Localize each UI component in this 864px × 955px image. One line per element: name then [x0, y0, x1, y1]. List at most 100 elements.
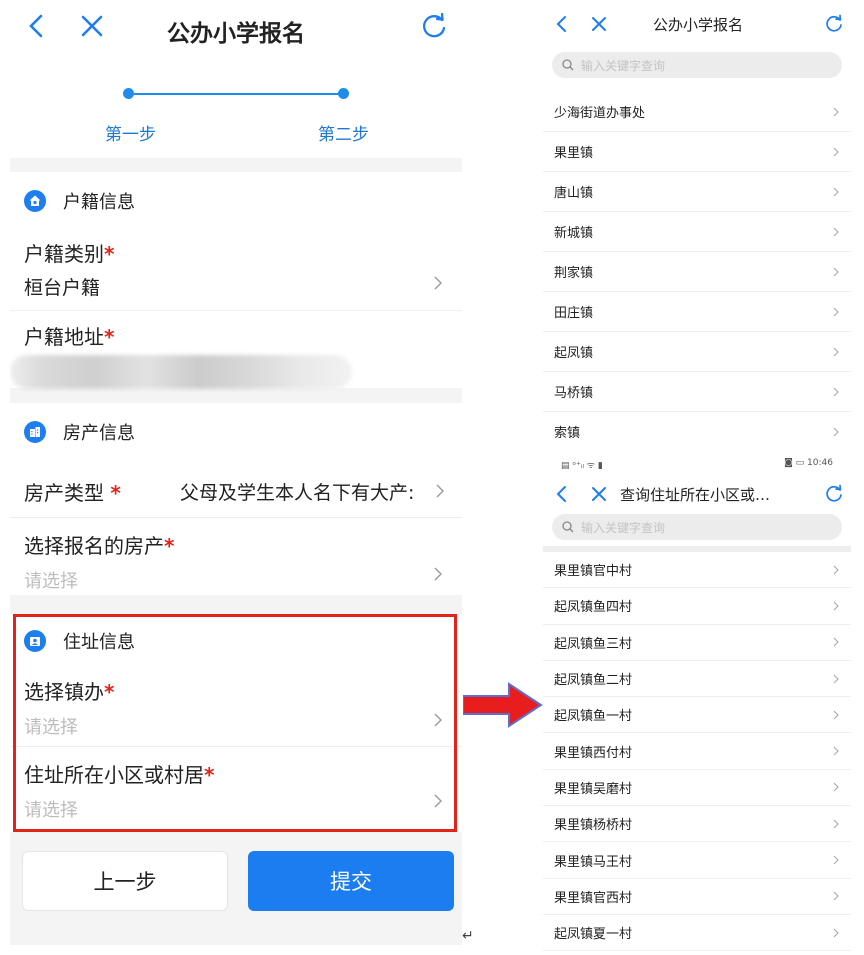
list-item[interactable]: 起凤镇鱼一村: [543, 697, 851, 734]
submit-button[interactable]: 提交: [248, 851, 454, 911]
huji-section: 户籍信息 户籍类别* 桓台户籍 户籍地址*: [10, 172, 462, 389]
list-item[interactable]: 少海街道办事处: [543, 92, 851, 132]
close-icon[interactable]: [587, 12, 611, 36]
right-bottom-nav: 查询住址所在小区或…: [543, 474, 851, 514]
required-mark: *: [110, 481, 121, 505]
page-title: 公办小学报名: [167, 21, 305, 47]
search-placeholder: 输入关键字查询: [581, 58, 666, 73]
chevron-right-icon: [436, 484, 444, 498]
home-icon: [24, 190, 46, 212]
fangchan-section: 房产信息 房产类型 * 父母及学生本人名下有大产: 选择报名的房产* 请选择: [10, 403, 462, 595]
chevron-right-icon: [833, 387, 839, 396]
back-icon[interactable]: [550, 482, 574, 506]
refresh-icon[interactable]: [822, 12, 846, 36]
step-indicator: 第一步 第二步: [10, 62, 462, 158]
fangchan-select-placeholder: 请选择: [24, 571, 78, 592]
fangchan-select-label: 选择报名的房产: [24, 534, 164, 558]
huji-type-field[interactable]: 户籍类别* 桓台户籍: [10, 230, 462, 310]
refresh-icon[interactable]: [416, 8, 452, 44]
list-item[interactable]: 唐山镇: [543, 172, 851, 212]
chevron-right-icon: [833, 107, 839, 116]
list-item[interactable]: 起凤镇鱼三村: [543, 625, 851, 661]
fangchan-select-field[interactable]: 选择报名的房产* 请选择: [10, 517, 462, 595]
highlight-box: [13, 614, 457, 832]
huji-address-label: 户籍地址: [24, 325, 104, 349]
list-item[interactable]: 果里镇: [543, 132, 851, 172]
arrow-right-icon: [463, 682, 543, 728]
huji-address-field[interactable]: 户籍地址*: [10, 310, 462, 389]
step-label-2: 第二步: [318, 125, 369, 145]
prev-step-button[interactable]: 上一步: [22, 851, 228, 911]
page-title: 公办小学报名: [653, 16, 744, 34]
list-item[interactable]: 马桥镇: [543, 372, 851, 412]
chevron-right-icon: [833, 227, 839, 236]
list-item[interactable]: 索镇: [543, 412, 851, 451]
search-input[interactable]: 输入关键字查询: [552, 514, 842, 540]
chevron-right-icon: [833, 783, 839, 792]
search-icon: [562, 521, 574, 533]
chevron-right-icon: [434, 276, 442, 290]
chevron-right-icon: [833, 637, 839, 647]
right-top-screen: 公办小学报名 输入关键字查询 少海街道办事处 果里镇 唐山镇 新城镇 荆家镇 田…: [543, 4, 851, 451]
list-item[interactable]: 果里镇西付村: [543, 733, 851, 770]
close-icon[interactable]: [587, 482, 611, 506]
huji-section-header: 户籍信息: [10, 172, 462, 230]
right-bottom-screen: ▤ ᵒ⁺ᵢₗ ᯤ ▮ ◙ ▭ 10:46 查询住址所在小区或… 输入关键字查询 …: [543, 452, 851, 952]
list-item[interactable]: 起凤镇: [543, 332, 851, 372]
list-item[interactable]: 果里镇官西村: [543, 879, 851, 915]
list-item[interactable]: 荆家镇: [543, 252, 851, 292]
right-top-nav: 公办小学报名: [543, 4, 851, 48]
list-item[interactable]: 果里镇杨桥村: [543, 806, 851, 843]
return-mark: ↵: [462, 928, 474, 944]
building-icon: [24, 421, 46, 443]
search-bar-wrap: 输入关键字查询: [543, 48, 851, 92]
page-title: 查询住址所在小区或…: [620, 486, 771, 504]
community-list: 果里镇官中村 起凤镇鱼四村 起凤镇鱼三村 起凤镇鱼二村 起凤镇鱼一村 果里镇西付…: [543, 552, 851, 952]
list-item[interactable]: 果里镇马王村: [543, 842, 851, 879]
blurred-address-value: [10, 355, 352, 389]
list-item[interactable]: 田庄镇: [543, 292, 851, 332]
chevron-right-icon: [833, 674, 839, 683]
chevron-right-icon: [434, 567, 442, 581]
refresh-icon[interactable]: [822, 482, 846, 506]
list-item[interactable]: 果里镇官中村: [543, 552, 851, 589]
step-line: [128, 93, 344, 95]
huji-type-label: 户籍类别: [24, 242, 104, 266]
list-item[interactable]: 果里镇吴磨村: [543, 770, 851, 807]
step-dot-1: [123, 88, 134, 99]
list-item[interactable]: 起凤镇鱼四村: [543, 588, 851, 625]
huji-type-value: 桓台户籍: [24, 277, 101, 299]
chevron-right-icon: [833, 347, 839, 356]
chevron-right-icon: [833, 267, 839, 276]
chevron-right-icon: [833, 855, 839, 865]
fangchan-type-value: 父母及学生本人名下有大产:: [180, 482, 415, 504]
fangchan-type-label: 房产类型: [24, 481, 111, 505]
back-icon[interactable]: [550, 12, 574, 36]
list-item[interactable]: 新城镇: [543, 212, 851, 252]
status-left: ▤ ᵒ⁺ᵢₗ ᯤ ▮: [561, 461, 603, 471]
step-label-1: 第一步: [105, 125, 156, 145]
town-list: 少海街道办事处 果里镇 唐山镇 新城镇 荆家镇 田庄镇 起凤镇 马桥镇 索镇: [543, 92, 851, 451]
required-mark: *: [164, 534, 175, 558]
step-dot-2: [338, 88, 349, 99]
required-mark: *: [104, 242, 115, 266]
chevron-right-icon: [833, 710, 839, 720]
list-item[interactable]: 起凤镇夏一村: [543, 915, 851, 952]
chevron-right-icon: [833, 928, 839, 937]
chevron-right-icon: [833, 746, 839, 756]
search-input[interactable]: 输入关键字查询: [552, 52, 842, 78]
huji-section-title: 户籍信息: [63, 192, 135, 213]
chevron-right-icon: [833, 891, 839, 901]
status-right: ◙ ▭ 10:46: [784, 458, 833, 468]
chevron-right-icon: [833, 147, 839, 156]
chevron-right-icon: [833, 187, 839, 196]
fangchan-section-header: 房产信息: [10, 403, 462, 461]
list-item[interactable]: 起凤镇鱼二村: [543, 661, 851, 698]
chevron-right-icon: [833, 819, 839, 829]
search-icon: [562, 59, 574, 71]
required-mark: *: [104, 325, 115, 349]
chevron-right-icon: [833, 427, 839, 436]
fangchan-type-field[interactable]: 房产类型 * 父母及学生本人名下有大产:: [10, 461, 462, 517]
fangchan-section-title: 房产信息: [63, 423, 135, 444]
left-nav-bar: 公办小学报名: [10, 0, 462, 62]
